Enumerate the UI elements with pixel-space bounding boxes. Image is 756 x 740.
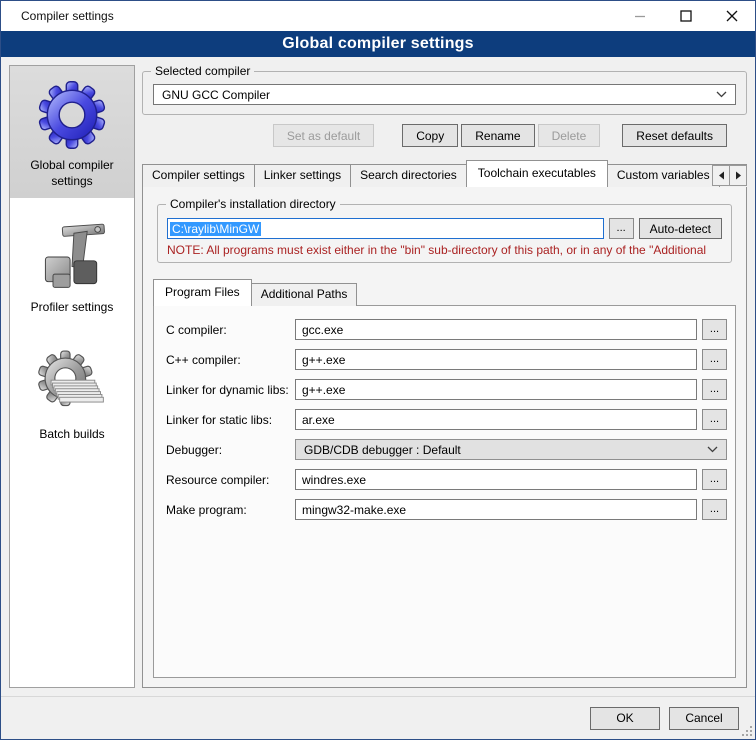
browse-directory-button[interactable]: ... [609,218,634,239]
tab-program-files[interactable]: Program Files [153,279,252,306]
program-tabs: Program Files Additional Paths [153,279,736,306]
dynamic-linker-label: Linker for dynamic libs: [162,383,295,397]
tab-search-directories[interactable]: Search directories [350,164,467,187]
chevron-down-icon [707,446,718,453]
auto-detect-button[interactable]: Auto-detect [639,218,722,239]
form-row: Make program: ... [162,499,727,520]
compiler-actions: Set as default Copy Rename Delete Reset … [142,124,747,147]
form-row: C++ compiler: ... [162,349,727,370]
tab-custom-variables[interactable]: Custom variables [607,164,720,187]
maximize-icon [680,10,692,22]
minimize-icon [635,11,646,22]
static-linker-browse-button[interactable]: ... [702,409,727,430]
make-program-browse-button[interactable]: ... [702,499,727,520]
dialog-body: Global compiler settings Profiler setti [1,57,755,696]
form-row: Linker for dynamic libs: ... [162,379,727,400]
gray-gear-stack-icon [34,346,110,422]
resize-grip[interactable] [740,724,753,737]
page-title: Global compiler settings [1,31,755,57]
compiler-select-value: GNU GCC Compiler [162,88,270,102]
debugger-select[interactable]: GDB/CDB debugger : Default [295,439,727,460]
cpp-compiler-input[interactable] [295,349,697,370]
chevron-down-icon [716,91,727,98]
debugger-select-value: GDB/CDB debugger : Default [304,443,461,457]
sidebar-item-label: Global compiler settings [13,158,131,189]
static-linker-input[interactable] [295,409,697,430]
c-compiler-browse-button[interactable]: ... [702,319,727,340]
resource-compiler-browse-button[interactable]: ... [702,469,727,490]
main-panel: Selected compiler GNU GCC Compiler Set a… [142,65,747,688]
minimize-button [617,1,663,31]
rename-button[interactable]: Rename [461,124,534,147]
dynamic-linker-browse-button[interactable]: ... [702,379,727,400]
group-label: Compiler's installation directory [166,197,340,211]
cancel-button[interactable]: Cancel [669,707,739,730]
settings-category-list: Global compiler settings Profiler setti [9,65,135,688]
tab-compiler-settings[interactable]: Compiler settings [142,164,255,187]
profiler-caliper-icon [34,219,110,295]
arrow-left-icon [718,171,725,180]
compiler-select[interactable]: GNU GCC Compiler [153,84,736,105]
selected-compiler-group: Selected compiler GNU GCC Compiler [142,71,747,115]
c-compiler-label: C compiler: [162,323,295,337]
delete-button: Delete [538,124,601,147]
installation-directory-input[interactable]: C:\raylib\MinGW [167,218,604,239]
form-row: Resource compiler: ... [162,469,727,490]
close-icon [726,10,738,22]
sidebar-item-profiler-settings[interactable]: Profiler settings [10,208,134,325]
arrow-right-icon [735,171,742,180]
settings-tabs: Compiler settings Linker settings Search… [142,160,747,187]
static-linker-label: Linker for static libs: [162,413,295,427]
form-row: C compiler: ... [162,319,727,340]
tab-scroll-right-button[interactable] [729,165,747,186]
sidebar-item-label: Profiler settings [31,300,114,316]
installation-directory-group: Compiler's installation directory C:\ray… [157,204,732,263]
debugger-label: Debugger: [162,443,295,457]
reset-defaults-button[interactable]: Reset defaults [622,124,727,147]
blue-gear-icon [34,77,110,153]
resource-compiler-input[interactable] [295,469,697,490]
set-as-default-button: Set as default [273,124,374,147]
close-button[interactable] [709,1,755,31]
tab-additional-paths[interactable]: Additional Paths [251,283,358,306]
form-row: Debugger: GDB/CDB debugger : Default [162,439,727,460]
selected-text: C:\raylib\MinGW [170,222,261,236]
sidebar-item-label: Batch builds [39,427,104,443]
ok-button[interactable]: OK [590,707,660,730]
dialog-footer: OK Cancel [1,696,755,739]
toolchain-executables-page: Compiler's installation directory C:\ray… [142,186,747,688]
tab-scroll-buttons [713,165,747,186]
program-files-page: C compiler: ... C++ compiler: ... [153,305,736,678]
form-row: Linker for static libs: ... [162,409,727,430]
compiler-settings-dialog: Compiler settings Global compiler settin… [0,0,756,740]
tab-toolchain-executables[interactable]: Toolchain executables [466,160,608,187]
c-compiler-input[interactable] [295,319,697,340]
tab-linker-settings[interactable]: Linker settings [254,164,351,187]
make-program-input[interactable] [295,499,697,520]
cpp-compiler-label: C++ compiler: [162,353,295,367]
maximize-button[interactable] [663,1,709,31]
sidebar-item-batch-builds[interactable]: Batch builds [10,335,134,452]
cpp-compiler-browse-button[interactable]: ... [702,349,727,370]
sidebar-item-global-compiler-settings[interactable]: Global compiler settings [10,66,134,198]
resource-compiler-label: Resource compiler: [162,473,295,487]
titlebar: Compiler settings [1,1,755,31]
copy-button[interactable]: Copy [402,124,458,147]
group-label: Selected compiler [151,64,254,78]
bin-subdirectory-note: NOTE: All programs must exist either in … [167,243,722,257]
dynamic-linker-input[interactable] [295,379,697,400]
paper-stack [51,380,103,402]
tab-scroll-left-button[interactable] [712,165,730,186]
window-title: Compiler settings [1,9,617,23]
make-program-label: Make program: [162,503,295,517]
